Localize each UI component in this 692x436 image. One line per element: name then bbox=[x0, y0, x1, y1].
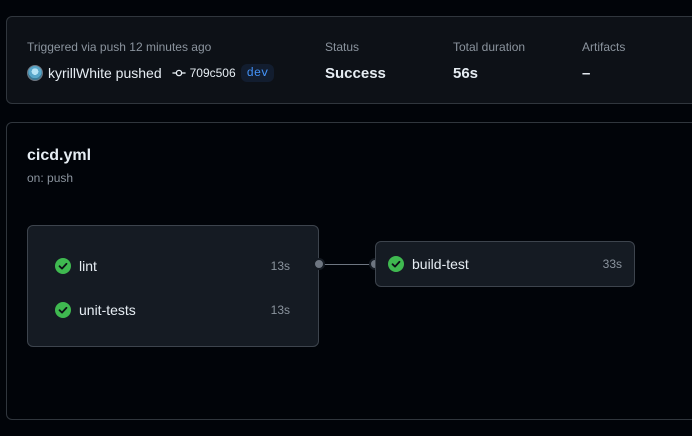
job-group-stage-1: lint 13s unit-tests 13s bbox=[27, 225, 319, 347]
trigger-details: kyrillWhite pushed 709c506 dev bbox=[27, 63, 275, 83]
workflow-graph-card: cicd.yml on: push lint 13s unit-tests 13… bbox=[6, 122, 692, 420]
duration-value: 56s bbox=[453, 65, 479, 82]
artifacts-label: Artifacts bbox=[582, 40, 626, 54]
duration-label: Total duration bbox=[453, 40, 526, 54]
job-name: lint bbox=[79, 258, 97, 274]
job-connector-line bbox=[319, 264, 375, 265]
commit-icon bbox=[172, 69, 186, 77]
job-group-stage-2: build-test 33s bbox=[375, 241, 635, 287]
actor-link[interactable]: kyrillWhite pushed bbox=[48, 65, 162, 81]
check-circle-icon bbox=[55, 302, 71, 318]
job-duration: 13s bbox=[270, 259, 290, 273]
job-name: unit-tests bbox=[79, 302, 136, 318]
check-circle-icon bbox=[55, 258, 71, 274]
check-circle-icon bbox=[388, 256, 404, 272]
status-stat: Status Success bbox=[325, 40, 386, 82]
workflow-trigger: on: push bbox=[27, 171, 74, 185]
job-duration: 13s bbox=[270, 303, 290, 317]
workflow-file-name[interactable]: cicd.yml bbox=[27, 147, 91, 165]
commit-sha-link[interactable]: 709c506 bbox=[190, 66, 236, 80]
artifacts-stat: Artifacts – bbox=[582, 40, 625, 82]
job-build-test[interactable]: build-test 33s bbox=[376, 246, 634, 282]
branch-badge[interactable]: dev bbox=[240, 64, 275, 82]
job-duration: 33s bbox=[602, 257, 622, 271]
job-name: build-test bbox=[412, 256, 469, 272]
duration-stat: Total duration 56s bbox=[453, 40, 525, 82]
trigger-label: Triggered via push 12 minutes ago bbox=[27, 40, 212, 54]
avatar[interactable] bbox=[27, 65, 43, 81]
status-value: Success bbox=[325, 65, 386, 82]
status-label: Status bbox=[325, 40, 360, 54]
run-summary-card: Triggered via push 12 minutes ago kyrill… bbox=[6, 16, 692, 104]
job-lint[interactable]: lint 13s bbox=[28, 248, 318, 284]
connector-port-out bbox=[313, 258, 325, 270]
job-unit-tests[interactable]: unit-tests 13s bbox=[28, 292, 318, 328]
artifacts-value: – bbox=[582, 65, 591, 82]
